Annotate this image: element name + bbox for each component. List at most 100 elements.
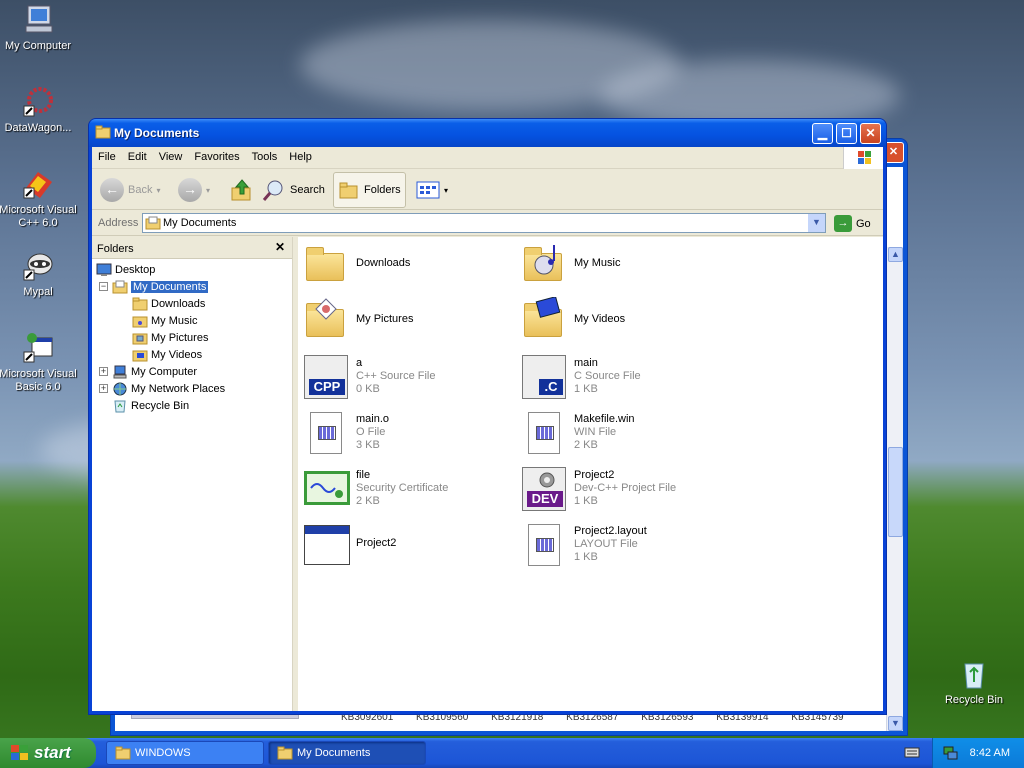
expand-icon[interactable]: + xyxy=(99,384,108,393)
folder-icon xyxy=(95,125,111,139)
minimize-button[interactable]: ▁ xyxy=(812,123,833,144)
vertical-scrollbar[interactable]: ▲ ▼ xyxy=(886,247,903,731)
menu-tools[interactable]: Tools xyxy=(246,147,284,163)
taskbar: start WINDOWS My Documents 8:42 AM xyxy=(0,738,1024,768)
desktop-icon-label: Microsoft Visual Basic 6.0 xyxy=(0,368,77,393)
desktop-icon-label: Recycle Bin xyxy=(944,694,1004,706)
address-dropdown-icon[interactable]: ▼ xyxy=(808,214,825,232)
forward-button[interactable]: → ▾ xyxy=(178,174,210,206)
scroll-thumb[interactable] xyxy=(888,447,903,537)
back-label: Back xyxy=(128,184,153,196)
file-item-main[interactable]: .C main C Source File 1 KB xyxy=(520,353,730,401)
views-button[interactable]: ▾ xyxy=(416,174,448,206)
keyboard-icon[interactable] xyxy=(904,745,920,762)
title-bar[interactable]: My Documents ▁ ☐ ✕ xyxy=(89,119,886,147)
desktop-icon-my-computer[interactable]: My Computer xyxy=(0,4,78,53)
menu-help[interactable]: Help xyxy=(283,147,318,163)
search-label: Search xyxy=(290,184,325,196)
window-body: File Edit View Favorites Tools Help ← Back ▾ … xyxy=(92,147,883,711)
expand-icon[interactable]: + xyxy=(99,367,108,376)
file-item-main-o[interactable]: main.o O File 3 KB xyxy=(302,409,512,457)
close-button[interactable]: ✕ xyxy=(860,123,881,144)
folders-button[interactable]: Folders xyxy=(333,172,406,208)
dropdown-arrow-icon[interactable]: ▾ xyxy=(444,186,448,195)
tree-item-my-network-places[interactable]: My Network Places xyxy=(112,380,225,397)
address-input[interactable]: My Documents ▼ xyxy=(142,213,826,233)
file-type: LAYOUT File xyxy=(574,538,638,550)
tree-label: Recycle Bin xyxy=(131,399,190,412)
close-pane-icon[interactable]: ✕ xyxy=(275,240,285,254)
tree-item-recycle-bin[interactable]: Recycle Bin xyxy=(112,397,189,414)
dropdown-arrow-icon[interactable]: ▾ xyxy=(156,186,160,195)
desktop-icon-recycle-bin[interactable]: Recycle Bin xyxy=(934,658,1014,707)
network-tray-icon[interactable] xyxy=(942,745,958,761)
file-name: My Music xyxy=(574,257,621,269)
file-item-a[interactable]: CPP a C++ Source File 0 KB xyxy=(302,353,512,401)
collapse-icon[interactable]: − xyxy=(99,282,108,291)
back-button[interactable]: ← Back ▾ xyxy=(100,174,160,206)
file-item-makefile[interactable]: Makefile.win WIN File 2 KB xyxy=(520,409,730,457)
file-size: 3 KB xyxy=(356,439,380,451)
file-item-project2-layout[interactable]: Project2.layout LAYOUT File 1 KB xyxy=(520,521,730,569)
my-music-icon xyxy=(132,314,148,328)
dropdown-arrow-icon[interactable]: ▾ xyxy=(206,186,210,195)
tree-item-desktop[interactable]: Desktop xyxy=(96,261,155,278)
start-label: start xyxy=(34,743,71,762)
datawagon-icon xyxy=(22,86,54,118)
tree-label: My Pictures xyxy=(151,331,209,344)
file-item-certificate[interactable]: file Security Certificate 2 KB xyxy=(302,465,512,513)
desktop-icon-mypal[interactable]: Mypal xyxy=(0,250,78,299)
file-name: file xyxy=(356,469,371,481)
file-item-my-music[interactable]: My Music xyxy=(520,241,730,289)
file-size: 0 KB xyxy=(356,383,380,395)
go-button[interactable]: → Go xyxy=(834,215,871,232)
file-item-my-pictures[interactable]: My Pictures xyxy=(302,297,512,345)
menu-edit[interactable]: Edit xyxy=(122,147,153,163)
file-type: C++ Source File xyxy=(356,370,436,382)
tree-item-my-pictures[interactable]: My Pictures xyxy=(132,329,208,346)
taskbar-item-windows[interactable]: WINDOWS xyxy=(106,741,264,765)
windows-logo-icon xyxy=(843,147,883,169)
file-size: 2 KB xyxy=(356,495,380,507)
start-button[interactable]: start xyxy=(0,738,96,768)
application-icon xyxy=(302,521,350,569)
taskbar-item-my-documents[interactable]: My Documents xyxy=(268,741,426,765)
tree-item-my-computer[interactable]: My Computer xyxy=(112,363,197,380)
file-item-my-videos[interactable]: My Videos xyxy=(520,297,730,345)
address-bar: Address My Documents ▼ → Go xyxy=(92,211,883,236)
my-computer-icon xyxy=(22,4,54,36)
tree-label: My Music xyxy=(151,314,198,327)
file-item-downloads[interactable]: Downloads xyxy=(302,241,512,289)
tree-item-my-videos[interactable]: My Videos xyxy=(132,346,202,363)
file-item-project2-exe[interactable]: Project2 xyxy=(302,521,512,569)
maximize-button[interactable]: ☐ xyxy=(836,123,857,144)
up-folder-button[interactable] xyxy=(230,174,254,206)
my-documents-icon xyxy=(145,216,161,230)
tree-item-downloads[interactable]: Downloads xyxy=(132,295,205,312)
scroll-down-icon[interactable]: ▼ xyxy=(888,716,903,731)
tree-item-my-documents[interactable]: My Documents xyxy=(112,278,209,295)
desktop-icon-datawagon[interactable]: DataWagon... xyxy=(0,86,78,135)
toolbar: ← Back ▾ → ▾ Search Folders ▾ xyxy=(92,170,883,210)
file-name: Downloads xyxy=(356,257,411,269)
folders-pane: Folders ✕ Desktop − My Documents Downloa… xyxy=(92,237,293,711)
explorer-window[interactable]: My Documents ▁ ☐ ✕ File Edit View Favorites… xyxy=(88,118,887,715)
generic-file-icon xyxy=(520,521,568,569)
file-list: Downloads My Music My Pictures My Videos xyxy=(298,237,883,711)
clock[interactable]: 8:42 AM xyxy=(970,747,1010,759)
menu-favorites[interactable]: Favorites xyxy=(188,147,245,163)
menu-file[interactable]: File xyxy=(92,147,122,163)
visual-cpp-icon xyxy=(22,168,54,200)
desktop-icon-visual-basic[interactable]: Microsoft Visual Basic 6.0 xyxy=(0,332,78,394)
file-item-project2-dev[interactable]: DEV Project2 Dev-C++ Project File 1 KB xyxy=(520,465,730,513)
desktop-icon-visual-cpp[interactable]: Microsoft Visual C++ 6.0 xyxy=(0,168,78,230)
tree-item-my-music[interactable]: My Music xyxy=(132,312,197,329)
my-pictures-folder-icon xyxy=(302,297,350,345)
menu-view[interactable]: View xyxy=(153,147,189,163)
my-videos-icon xyxy=(132,348,148,362)
search-button[interactable]: Search xyxy=(262,174,325,206)
file-name: Project2 xyxy=(574,469,615,481)
recycle-bin-icon xyxy=(112,399,128,413)
tree-label: My Documents xyxy=(131,280,209,293)
scroll-up-icon[interactable]: ▲ xyxy=(888,247,903,262)
